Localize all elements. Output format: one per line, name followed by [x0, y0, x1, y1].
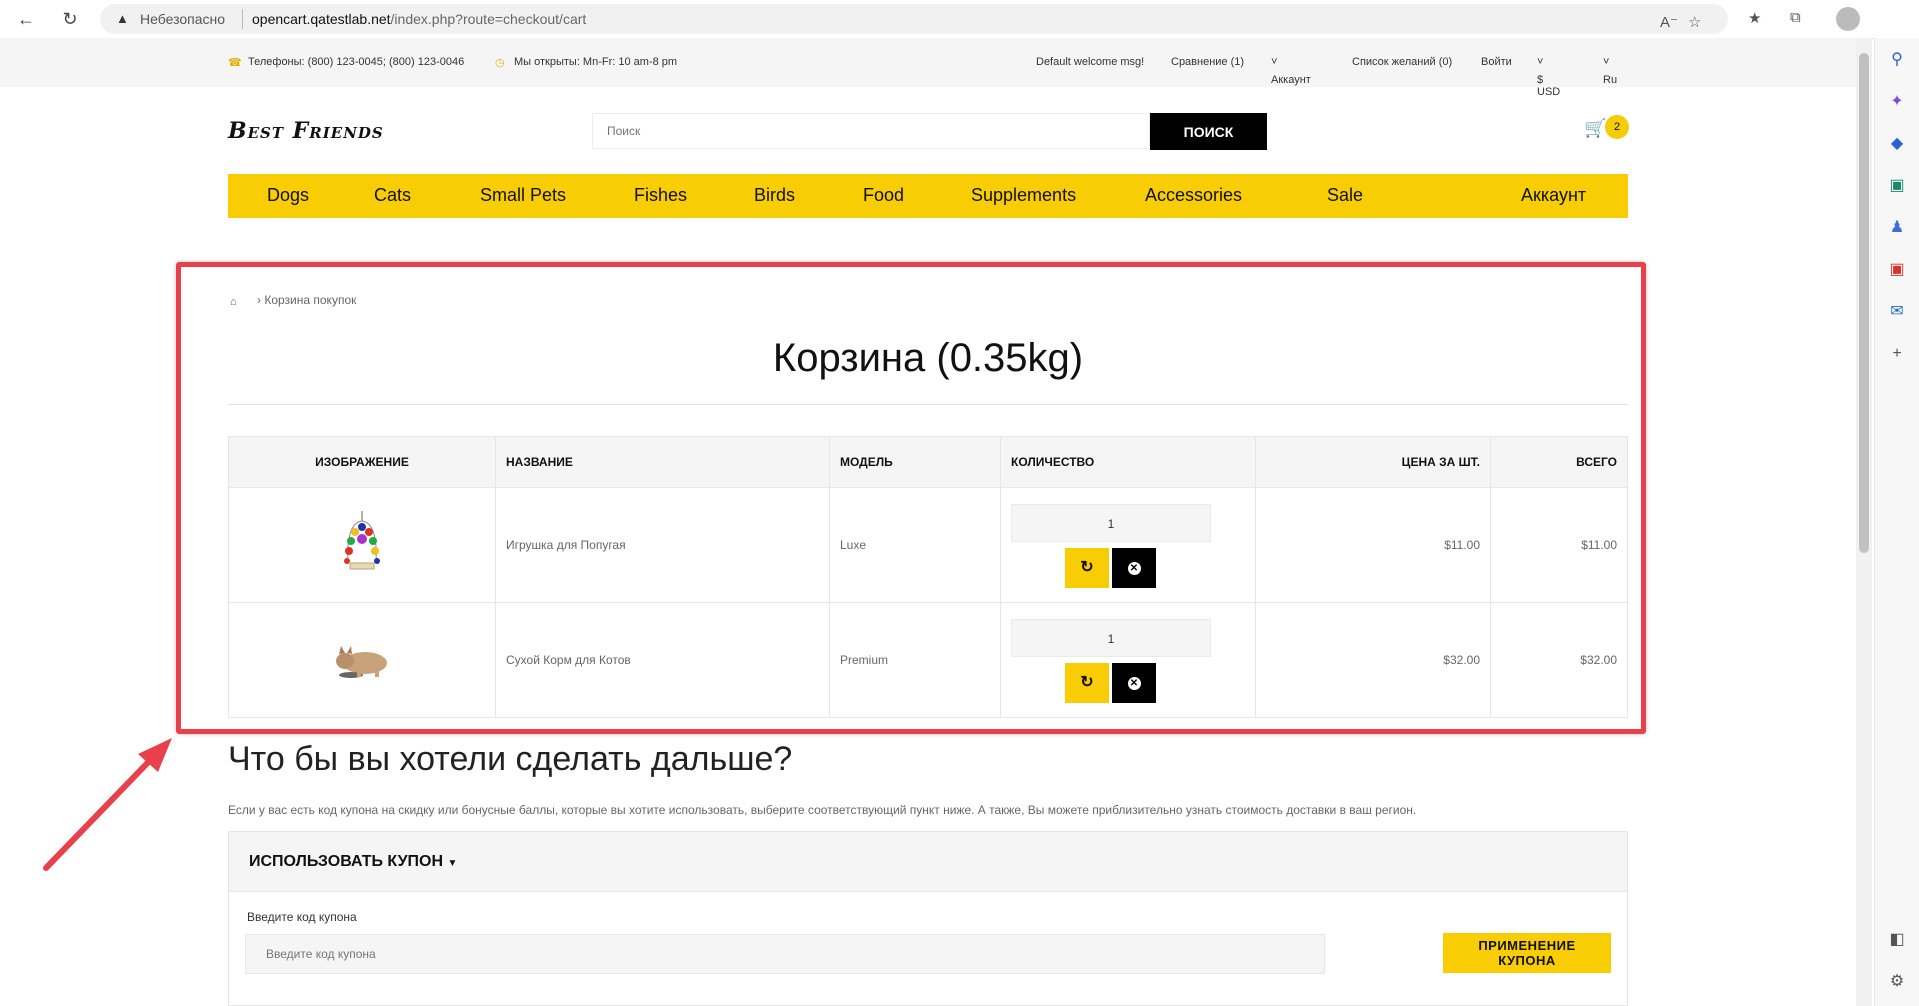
search-input[interactable] — [592, 113, 1150, 149]
favorites-icon[interactable]: ★ — [1748, 9, 1761, 27]
url-text[interactable]: opencart.qatestlab.net/index.php?route=c… — [252, 11, 586, 27]
menu-item-small-pets[interactable]: Small Pets — [480, 185, 566, 206]
coupon-label: Введите код купона — [247, 910, 357, 924]
menu-item-accessories[interactable]: Accessories — [1145, 185, 1242, 206]
menu-item-fishes[interactable]: Fishes — [634, 185, 687, 206]
currency-label: $ USD — [1537, 74, 1561, 98]
annotation-highlight-box — [176, 262, 1646, 734]
compare-link[interactable]: Сравнение (1) — [1171, 56, 1244, 68]
outlook-icon[interactable]: ✉ — [1887, 302, 1907, 322]
collections-icon[interactable]: ⧉ — [1790, 9, 1801, 26]
url-host: opencart.qatestlab.net — [252, 11, 391, 27]
refresh-icon[interactable]: ↻ — [58, 7, 82, 31]
insecure-label: Небезопасно — [140, 11, 226, 27]
clock-icon: ◷ — [495, 57, 505, 69]
cart-icon[interactable]: 🛒 — [1584, 118, 1606, 139]
coupon-title: ИСПОЛЬЗОВАТЬ КУПОН — [249, 853, 444, 870]
address-bar[interactable]: ▲ Небезопасно opencart.qatestlab.net/ind… — [100, 4, 1728, 34]
caret-down-icon: ▼ — [447, 858, 458, 869]
coupon-input[interactable] — [245, 934, 1325, 974]
phone-icon: ☎ — [228, 57, 242, 69]
read-aloud-icon[interactable]: A⁻ — [1660, 13, 1678, 31]
menu-item-account[interactable]: Аккаунт — [1521, 185, 1586, 206]
cart-count-badge[interactable]: 2 — [1605, 115, 1629, 139]
apply-coupon-button[interactable]: ПРИМЕНЕНИЕ КУПОНА — [1443, 933, 1611, 973]
sidebar-toggle-icon[interactable]: ◧ — [1887, 930, 1907, 950]
search-icon[interactable]: ⚲ — [1887, 50, 1907, 70]
language-label: Ru — [1603, 74, 1618, 86]
welcome-text: Default welcome msg! — [1036, 56, 1145, 68]
menu-item-birds[interactable]: Birds — [754, 185, 795, 206]
login-link[interactable]: Войти — [1481, 56, 1512, 68]
search-button[interactable]: ПОИСК — [1150, 113, 1267, 150]
coupon-toggle[interactable]: ИСПОЛЬЗОВАТЬ КУПОН ▼ — [249, 853, 457, 871]
phones-text: Телефоны: (800) 123-0045; (800) 123-0046 — [248, 56, 465, 68]
page-scrollbar[interactable] — [1856, 38, 1872, 1006]
account-dropdown[interactable]: Аккаунт ˅ — [1271, 56, 1311, 86]
menu-item-food[interactable]: Food — [863, 185, 904, 206]
menu-item-cats[interactable]: Cats — [374, 185, 411, 206]
copilot-icon[interactable]: ✦ — [1887, 92, 1907, 112]
menu-item-dogs[interactable]: Dogs — [267, 185, 309, 206]
profile-icon[interactable] — [1836, 7, 1860, 31]
language-dropdown[interactable]: Ru ˅ — [1603, 56, 1617, 86]
warning-icon: ▲ — [116, 11, 129, 26]
address-separator — [242, 9, 243, 29]
top-info-bar: ☎ Телефоны: (800) 123-0045; (800) 123-00… — [0, 38, 1856, 98]
scrollbar-thumb[interactable] — [1859, 53, 1869, 553]
main-menu: Dogs Cats Small Pets Fishes Birds Food S… — [228, 174, 1628, 218]
menu-item-sale[interactable]: Sale — [1327, 185, 1363, 206]
menu-item-supplements[interactable]: Supplements — [971, 185, 1076, 206]
browser-sidebar: ⚲ ✦ ◆ ▣ ♟ ▣ ✉ + ◧ ⚙ — [1874, 38, 1919, 1006]
wishlist-link[interactable]: Список желаний (0) — [1352, 56, 1452, 68]
games-icon[interactable]: ♟ — [1887, 218, 1907, 238]
next-steps-description: Если у вас есть код купона на скидку или… — [228, 803, 1417, 817]
add-icon[interactable]: + — [1887, 344, 1907, 364]
account-label: Аккаунт — [1271, 74, 1311, 86]
shopping-tag-icon[interactable]: ◆ — [1887, 134, 1907, 154]
settings-gear-icon[interactable]: ⚙ — [1887, 972, 1907, 992]
browser-toolbar: ← ↻ ▲ Небезопасно opencart.qatestlab.net… — [0, 0, 1919, 39]
next-steps-title: Что бы вы хотели сделать дальше? — [228, 740, 793, 778]
tools-icon[interactable]: ▣ — [1887, 176, 1907, 196]
office-icon[interactable]: ▣ — [1887, 260, 1907, 280]
favorite-icon[interactable]: ☆ — [1688, 13, 1701, 31]
url-path: /index.php?route=checkout/cart — [390, 11, 587, 27]
hours-text: Мы открыты: Mn-Fr: 10 am-8 pm — [514, 56, 678, 68]
currency-dropdown[interactable]: $ USD ˅ — [1537, 56, 1560, 98]
site-logo[interactable]: Best Friends — [228, 118, 384, 144]
back-icon[interactable]: ← — [14, 7, 38, 31]
